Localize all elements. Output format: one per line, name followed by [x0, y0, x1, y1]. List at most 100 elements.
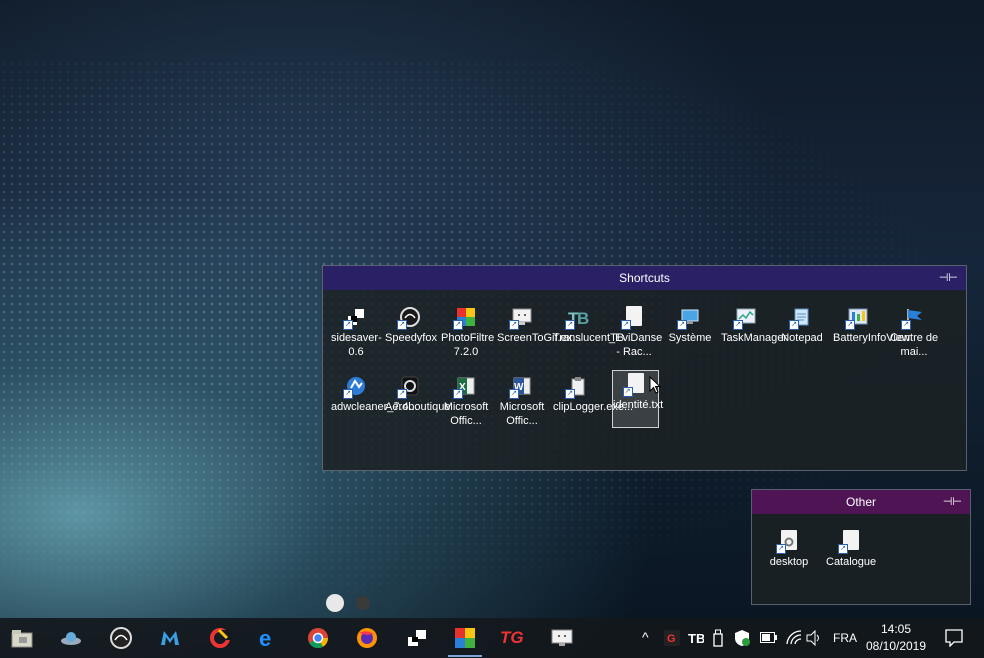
maintenance-center-icon: ↗ [901, 306, 925, 330]
notepad-icon: ↗ [789, 306, 813, 330]
shortcuts-fence[interactable]: Shortcuts ⊣⊢ ↗ sidesaver-0.6 ↗ Speedyfox… [322, 265, 967, 471]
shortcut-catalogue[interactable]: ↗ Catalogue [826, 528, 876, 569]
shortcut-cliplogger[interactable]: ↗ clipLogger.exe... [553, 373, 634, 414]
shortcut-label: Speedyfox [385, 332, 437, 344]
shortcut-label: TaskManager [721, 332, 788, 344]
aeroboutique-icon: ↗ [397, 375, 421, 399]
shortcut-label: Microsoft Offic... [443, 401, 489, 427]
translucenttb-icon: TB ↗ [565, 306, 589, 330]
shortcut-photofiltre[interactable]: ↗ PhotoFiltre 7.2.0 [441, 304, 495, 359]
tg-icon[interactable]: TG [500, 627, 526, 649]
document-icon: ↗ [838, 530, 862, 554]
clock[interactable]: 14:05 08/10/2019 [864, 621, 928, 655]
shortcut-translucenttb[interactable]: TB ↗ TranslucentTB [553, 304, 625, 345]
page-dot-active[interactable] [326, 594, 344, 612]
volume-icon[interactable] [806, 630, 822, 646]
other-fence[interactable]: Other ⊣⊢ ↗ desktop ↗ Catalogue [751, 489, 971, 605]
translucenttb-tray-icon[interactable]: TB [688, 630, 704, 646]
svg-text:G: G [667, 633, 676, 645]
sidesaver-icon: ↗ [343, 306, 367, 330]
shortcut-label: desktop [769, 556, 809, 568]
photofiltre-icon[interactable] [454, 627, 476, 649]
shortcut-screentogif[interactable]: ↗ ScreenToGif.ex... [497, 304, 582, 345]
shortcut-label: BatteryInfoView [833, 332, 910, 344]
shortcut-desktop[interactable]: ↗ desktop [764, 528, 814, 569]
g-tray-icon[interactable]: G [664, 630, 680, 646]
show-hidden-icons-chevron[interactable]: ^ [642, 629, 649, 645]
shortcut-evidanse[interactable]: ↗ _EviDanse - Rac... [609, 304, 663, 359]
language-indicator[interactable]: FRA [833, 631, 857, 645]
shortcut-notepad[interactable]: ↗ Notepad [777, 304, 827, 345]
other-fence-title-bar[interactable]: Other ⊣⊢ [752, 490, 970, 514]
speedyfox-icon[interactable] [110, 627, 132, 649]
shortcuts-fence-title: Shortcuts [619, 271, 670, 285]
shortcut-speedyfox[interactable]: ↗ Speedyfox [385, 304, 437, 345]
edge-icon[interactable]: e [258, 626, 280, 651]
photofiltre-icon: ↗ [453, 306, 477, 330]
shortcut-label: TranslucentTB [553, 332, 625, 344]
tg-label: TG [500, 628, 524, 647]
screen-icon[interactable] [551, 627, 573, 649]
shortcut-label: ScreenToGif.ex... [497, 332, 582, 344]
active-app-underline [448, 655, 482, 657]
text-file-icon: ↗ [622, 373, 647, 397]
word-icon: W ↗ [509, 375, 533, 399]
taskmanager-icon: ↗ [733, 306, 757, 330]
shortcut-word[interactable]: W ↗ Microsoft Offic... [497, 373, 547, 428]
shortcut-label: Microsoft Offic... [499, 401, 545, 427]
mouse-cursor-icon [649, 376, 661, 394]
malwarebytes-icon[interactable] [159, 627, 181, 649]
shortcut-label: Système [668, 332, 712, 344]
shortcut-label: _EviDanse - Rac... [609, 332, 663, 358]
settings-file-icon: ↗ [776, 530, 800, 554]
wifi-icon[interactable] [786, 630, 802, 646]
svg-text:TB: TB [688, 631, 704, 646]
shortcut-label: sidesaver-0.6 [331, 332, 382, 358]
shortcut-taskmanager[interactable]: ↗ TaskManager [721, 304, 788, 345]
svg-text:B: B [577, 309, 589, 328]
battery-info-icon: ↗ [845, 306, 869, 330]
sidesaver-icon[interactable] [406, 627, 428, 649]
shortcut-label: PhotoFiltre 7.2.0 [441, 332, 495, 358]
excel-icon: X ↗ [453, 375, 477, 399]
security-shield-icon[interactable] [734, 629, 750, 647]
shortcut-adwcleaner[interactable]: ↗ adwcleaner_7.4... [331, 373, 418, 414]
battery-icon[interactable] [760, 632, 778, 643]
pin-icon[interactable]: ⊣⊢ [943, 490, 962, 514]
pin-icon[interactable]: ⊣⊢ [939, 266, 958, 290]
shortcut-label: clipLogger.exe... [553, 401, 634, 413]
page-dot[interactable] [356, 596, 370, 610]
speedyfox-icon: ↗ [397, 306, 421, 330]
shortcut-centre-maintenance[interactable]: ↗ Centre de mai... [889, 304, 939, 359]
clock-time: 14:05 [880, 622, 912, 636]
screentogif-icon: ↗ [509, 306, 533, 330]
notification-center-icon[interactable] [945, 629, 963, 647]
shortcut-label: Centre de mai... [889, 332, 939, 358]
file-explorer-icon[interactable] [11, 627, 33, 649]
shortcut-label: Notepad [781, 332, 823, 344]
shortcut-batteryinfoview[interactable]: ↗ BatteryInfoView [833, 304, 910, 345]
shortcut-sidesaver[interactable]: ↗ sidesaver-0.6 [331, 304, 382, 359]
shortcut-aeroboutique[interactable]: ↗ Aéroboutique [385, 373, 451, 414]
cliplogger-icon: ↗ [565, 375, 589, 399]
shortcut-label: adwcleaner_7.4... [331, 401, 418, 413]
svg-text:e: e [259, 627, 271, 649]
file-shortcut-icon: ↗ [621, 306, 645, 330]
clock-date: 08/10/2019 [865, 639, 927, 653]
ufo-icon[interactable] [60, 627, 82, 649]
shortcut-excel[interactable]: X ↗ Microsoft Offic... [441, 373, 491, 428]
chrome-icon[interactable] [307, 627, 329, 649]
ccleaner-icon[interactable] [209, 627, 231, 649]
shortcut-label: Aéroboutique [385, 401, 451, 413]
usb-drive-icon[interactable] [712, 629, 724, 647]
firefox-icon[interactable] [356, 627, 378, 649]
shortcut-label: identité.txt [613, 399, 664, 411]
shortcut-systeme[interactable]: ↗ Système [665, 304, 715, 345]
adwcleaner-icon: ↗ [343, 375, 367, 399]
system-tray: ^ G TB FRA 14:05 08/10/2019 [636, 618, 984, 658]
shortcuts-fence-title-bar[interactable]: Shortcuts ⊣⊢ [323, 266, 966, 290]
shortcut-label: Catalogue [826, 556, 877, 568]
system-icon: ↗ [677, 306, 701, 330]
taskbar: e TG ^ G TB FRA 14:05 08/10/2019 [0, 618, 984, 658]
other-fence-title: Other [845, 495, 876, 509]
